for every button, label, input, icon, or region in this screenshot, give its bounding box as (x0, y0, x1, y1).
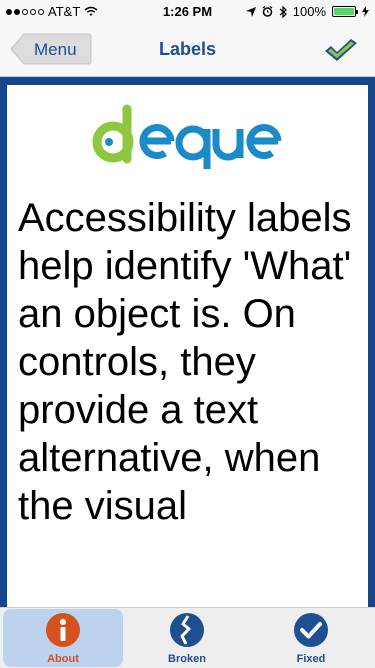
tab-broken[interactable]: Broken (127, 609, 247, 667)
deque-check-icon[interactable] (323, 37, 359, 63)
alarm-icon (262, 6, 273, 17)
battery-percent: 100% (292, 4, 326, 19)
charging-icon (362, 6, 369, 17)
tab-about[interactable]: About (3, 609, 123, 667)
content-frame: Accessibility labels help identify 'What… (0, 77, 375, 607)
page-title: Labels (158, 39, 217, 59)
status-right: 100% (245, 4, 369, 19)
tab-fixed-label: Fixed (296, 653, 326, 665)
tab-bar: About Broken Fixed (0, 607, 375, 668)
navigation-bar: Menu Labels (0, 24, 375, 77)
location-icon (245, 6, 256, 17)
bluetooth-icon (279, 5, 287, 18)
tab-broken-label: Broken (168, 653, 206, 665)
broken-icon (170, 613, 204, 647)
battery-fill (334, 8, 354, 15)
tab-fixed[interactable]: Fixed (251, 609, 371, 667)
checkmark-icon (294, 613, 328, 647)
deque-logo (92, 104, 282, 169)
info-icon (46, 613, 80, 647)
content-card: Accessibility labels help identify 'What… (7, 85, 368, 607)
label-description-text: Accessibility labels help identify 'What… (18, 196, 352, 528)
battery-icon (332, 6, 358, 17)
status-bar: AT&T 1:26 PM 100% (0, 0, 375, 24)
tab-about-label: About (47, 653, 79, 665)
